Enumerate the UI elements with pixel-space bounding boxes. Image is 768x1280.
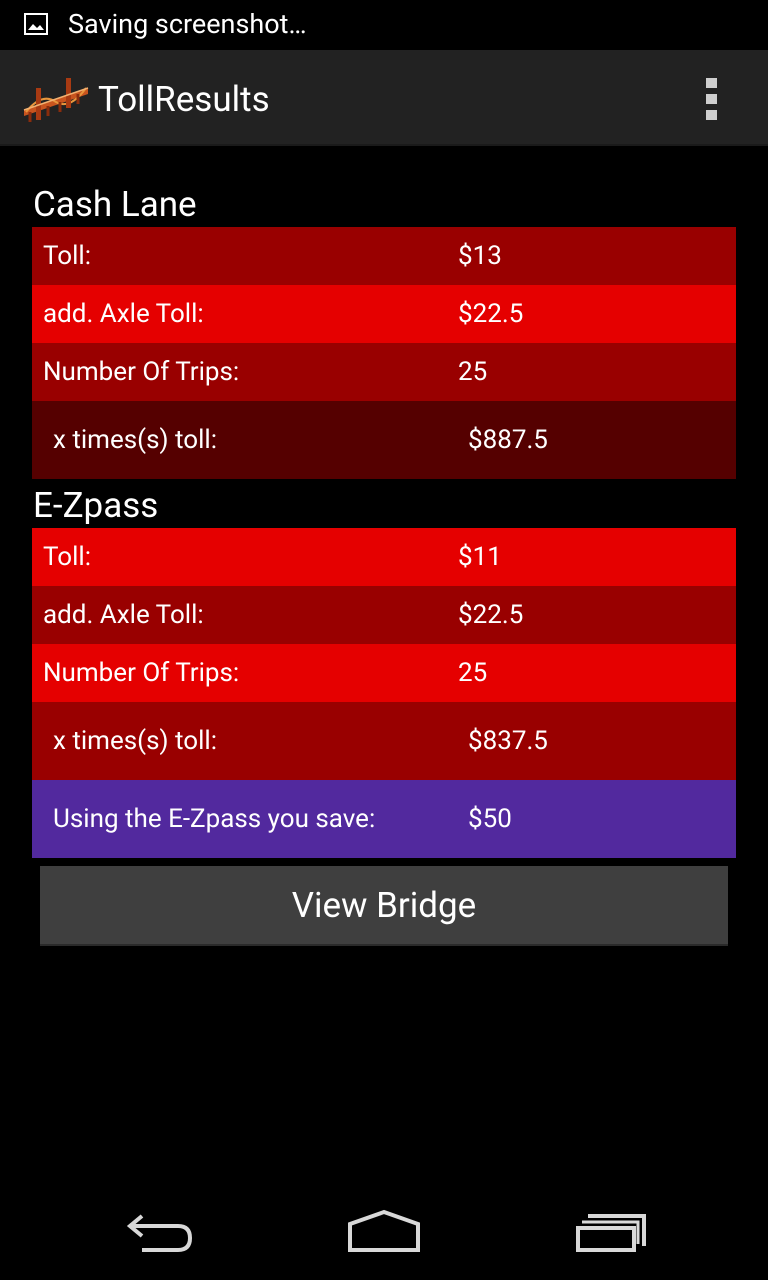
- bridge-icon: [23, 78, 89, 122]
- table-row: add. Axle Toll: $22.5: [32, 586, 736, 644]
- axle-toll-value: $22.5: [458, 299, 524, 329]
- toll-label: Toll:: [43, 241, 92, 271]
- axle-toll-value: $22.5: [458, 600, 524, 630]
- cash-lane-title: Cash Lane: [33, 184, 197, 225]
- ezpass-table: Toll: $11 add. Axle Toll: $22.5 Number O…: [32, 528, 736, 858]
- table-row: Number Of Trips: 25: [32, 343, 736, 401]
- cash-lane-table: Toll: $13 add. Axle Toll: $22.5 Number O…: [32, 227, 736, 479]
- home-icon[interactable]: [336, 1204, 432, 1264]
- action-bar: TollResults: [0, 50, 768, 146]
- image-icon: [24, 13, 48, 35]
- table-row: Toll: $13: [32, 227, 736, 285]
- table-row: x times(s) toll: $837.5: [32, 702, 736, 780]
- app-title: TollResults: [98, 79, 270, 120]
- ezpass-title: E-Zpass: [33, 485, 159, 526]
- toll-value: $11: [458, 542, 502, 572]
- axle-toll-label: add. Axle Toll:: [43, 600, 204, 630]
- toll-label: Toll:: [43, 542, 92, 572]
- status-notification-text: Saving screenshot…: [68, 8, 307, 40]
- trips-value: 25: [458, 357, 488, 387]
- total-toll-label: x times(s) toll:: [53, 726, 218, 756]
- savings-value: $50: [468, 804, 512, 834]
- navigation-bar: [0, 1184, 768, 1280]
- savings-label: Using the E-Zpass you save:: [53, 804, 376, 834]
- table-row: Toll: $11: [32, 528, 736, 586]
- back-icon[interactable]: [112, 1204, 208, 1264]
- table-row: x times(s) toll: $887.5: [32, 401, 736, 479]
- axle-toll-label: add. Axle Toll:: [43, 299, 204, 329]
- table-row: Number Of Trips: 25: [32, 644, 736, 702]
- overflow-menu-icon[interactable]: [692, 76, 732, 122]
- trips-label: Number Of Trips:: [43, 658, 240, 688]
- toll-value: $13: [458, 241, 502, 271]
- recent-apps-icon[interactable]: [562, 1204, 658, 1264]
- savings-row: Using the E-Zpass you save: $50: [32, 780, 736, 858]
- total-toll-value: $887.5: [468, 425, 548, 455]
- total-toll-label: x times(s) toll:: [53, 425, 218, 455]
- status-bar: Saving screenshot…: [0, 0, 768, 50]
- total-toll-value: $837.5: [468, 726, 548, 756]
- trips-value: 25: [458, 658, 488, 688]
- trips-label: Number Of Trips:: [43, 357, 240, 387]
- table-row: add. Axle Toll: $22.5: [32, 285, 736, 343]
- view-bridge-button[interactable]: View Bridge: [40, 866, 728, 946]
